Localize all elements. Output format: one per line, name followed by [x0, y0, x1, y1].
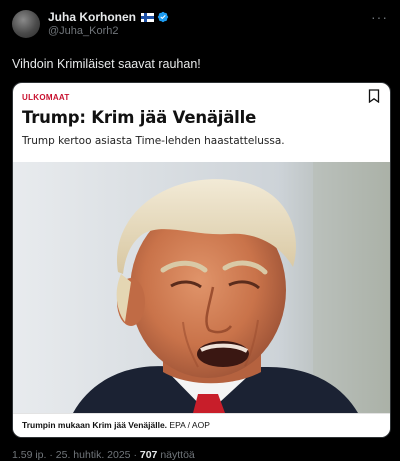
tweet[interactable]: Juha Korhonen @Juha_Korh2 ··· Vihdoin Kr… — [0, 0, 400, 461]
meta-separator: · — [49, 449, 53, 461]
article-photo[interactable] — [13, 162, 390, 413]
author-info: Juha Korhonen @Juha_Korh2 — [48, 10, 169, 38]
card-body: ULKOMAAT Trump: Krim jää Venäjälle Trump… — [13, 83, 390, 162]
tweet-meta: 1.59 ip. · 25. huhtik. 2025 · 707 näyttö… — [12, 449, 388, 461]
verified-badge-icon — [157, 11, 169, 23]
portrait-photo — [13, 162, 390, 413]
tweet-header: Juha Korhonen @Juha_Korh2 ··· — [12, 10, 388, 46]
name-row: Juha Korhonen — [48, 10, 169, 24]
card-section-label: ULKOMAAT — [22, 93, 70, 102]
author-name[interactable]: Juha Korhonen — [48, 10, 136, 24]
views-count: 707 — [139, 449, 158, 461]
caption-text: Trumpin mukaan Krim jää Venäjälle. — [22, 420, 168, 430]
card-lead: Trump kertoo asiasta Time-lehden haastat… — [22, 135, 285, 147]
tweet-text: Vihdoin Krimiläiset saavat rauhan! — [12, 57, 201, 71]
avatar[interactable] — [12, 10, 40, 38]
author-handle[interactable]: @Juha_Korh2 — [48, 24, 169, 38]
photo-caption: Trumpin mukaan Krim jää Venäjälle. EPA /… — [13, 413, 390, 437]
finland-flag-icon — [141, 12, 155, 22]
meta-separator-2: · — [133, 449, 137, 461]
tweet-date[interactable]: 25. huhtik. 2025 — [56, 449, 131, 461]
bookmark-icon[interactable] — [368, 89, 380, 103]
tweet-time[interactable]: 1.59 ip. — [12, 449, 46, 461]
more-options-icon[interactable]: ··· — [371, 10, 388, 24]
card-headline[interactable]: Trump: Krim jää Venäjälle — [22, 108, 381, 127]
caption-credit: EPA / AOP — [169, 420, 210, 430]
views-label: näyttöä — [160, 449, 195, 461]
link-card[interactable]: ULKOMAAT Trump: Krim jää Venäjälle Trump… — [12, 82, 391, 438]
